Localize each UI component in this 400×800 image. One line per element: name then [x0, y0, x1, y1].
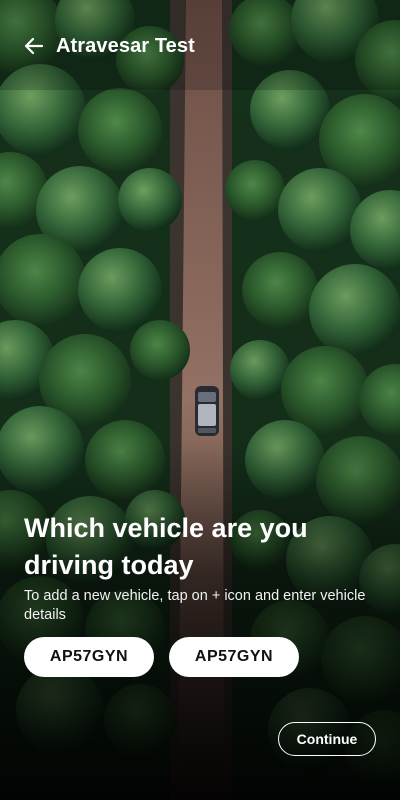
vehicle-list: AP57GYN AP57GYN: [24, 637, 299, 677]
continue-button[interactable]: Continue: [278, 722, 376, 756]
app-title: Atravesar Test: [56, 34, 195, 57]
instruction-text: To add a new vehicle, tap on + icon and …: [24, 588, 366, 623]
vehicle-selection-screen: Atravesar Test Which vehicle are you dri…: [0, 0, 400, 800]
vehicle-prompt: Which vehicle are you driving today To a…: [24, 510, 376, 625]
back-button[interactable]: [20, 32, 48, 60]
vehicle-chip[interactable]: AP57GYN: [24, 637, 154, 677]
page-title: Which vehicle are you driving today: [24, 513, 308, 580]
forest-road-background-image: [0, 0, 400, 800]
arrow-left-icon: [24, 37, 44, 55]
vehicle-chip[interactable]: AP57GYN: [169, 637, 299, 677]
app-bar: Atravesar Test: [0, 24, 400, 68]
